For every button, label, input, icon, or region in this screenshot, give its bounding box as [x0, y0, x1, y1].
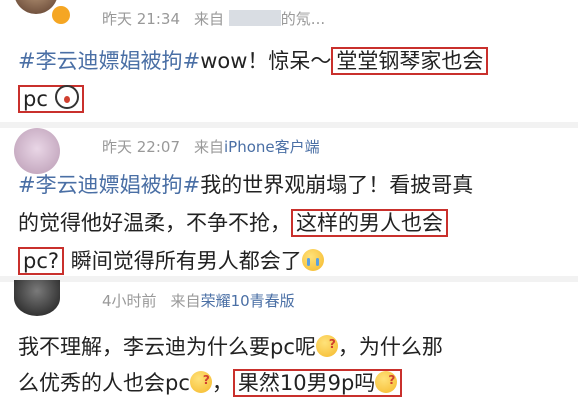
- source-prefix: 来自: [194, 10, 225, 28]
- post-text: #李云迪嫖娼被拘#wow！惊呆～ 堂堂钢琴家也会: [18, 46, 568, 77]
- post-meta: 昨天 22:07 来自iPhone客户端: [102, 136, 320, 157]
- source-prefix: 来自: [194, 138, 225, 156]
- post-text-line3: pc? 瞬间觉得所有男人都会了: [18, 246, 568, 277]
- post-text: 我不理解，李云迪为什么要pc呢 ，为什么那: [18, 329, 568, 363]
- post-time: 昨天 22:07: [102, 138, 180, 156]
- thinking-emoji-icon: [375, 365, 398, 396]
- highlight-text: pc: [23, 87, 48, 111]
- post-text-line2: 么优秀的人也会pc，果然10男9p吗: [18, 365, 568, 399]
- post-text-rest: 我的世界观崩塌了！看披哥真: [200, 173, 474, 197]
- post-text: #李云迪嫖娼被拘#我的世界观崩塌了！看披哥真: [18, 170, 568, 201]
- post-text-rest: wow！惊呆～: [200, 49, 332, 73]
- divider: [0, 122, 578, 128]
- hashtag-link[interactable]: #李云迪嫖娼被拘#: [18, 173, 200, 197]
- highlight-box: 果然10男9p吗: [232, 365, 403, 397]
- highlight-box: pc: [18, 85, 84, 113]
- highlight-text: 果然10男9p吗: [237, 371, 376, 395]
- verified-badge-icon: [52, 6, 70, 24]
- shock-emoji-icon: [54, 85, 79, 109]
- post-text-rest: 我不理解，李云迪为什么要pc呢: [18, 335, 316, 359]
- highlight-box: 堂堂钢琴家也会: [331, 47, 489, 75]
- blurred-source: [228, 10, 281, 26]
- hashtag-link[interactable]: #李云迪嫖娼被拘#: [18, 49, 200, 73]
- post-time: 昨天 21:34: [102, 10, 180, 28]
- post-text-rest: 瞬间觉得所有男人都会了: [70, 249, 302, 273]
- highlight-box: pc?: [18, 247, 65, 275]
- post-meta: 昨天 21:34 来自 的氖...: [102, 8, 325, 29]
- source-prefix: 来自: [170, 292, 201, 310]
- post-text-rest: 的觉得他好温柔，不争不抢，: [18, 211, 291, 235]
- divider: [0, 276, 578, 282]
- source-link[interactable]: 荣耀10青春版: [201, 292, 295, 310]
- avatar[interactable]: [14, 280, 60, 316]
- post-text-line2: pc: [18, 84, 568, 115]
- avatar[interactable]: [14, 128, 60, 174]
- post-text-line2: 的觉得他好温柔，不争不抢， 这样的男人也会: [18, 208, 568, 239]
- thinking-emoji-icon: [315, 329, 338, 360]
- post-text-rest: 么优秀的人也会pc: [18, 371, 190, 395]
- source-suffix: 的氖...: [280, 10, 326, 28]
- post-time: 4小时前: [102, 292, 157, 310]
- source-link[interactable]: iPhone客户端: [224, 138, 320, 156]
- cry-emoji-icon: [301, 249, 324, 271]
- post-meta: 4小时前 来自荣耀10青春版: [102, 290, 295, 311]
- highlight-box: 这样的男人也会: [291, 209, 448, 237]
- thinking-emoji-icon: [189, 365, 212, 396]
- post-text-rest: ，为什么那: [337, 335, 443, 359]
